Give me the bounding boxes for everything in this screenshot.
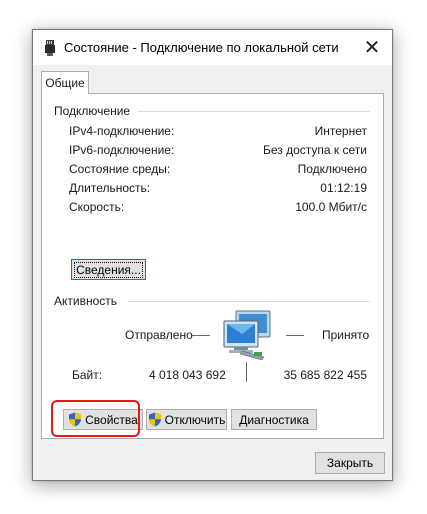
- connection-group-divider: [138, 111, 370, 112]
- activity-group-header: Активность: [54, 294, 118, 308]
- disable-button[interactable]: Отключить: [146, 409, 227, 430]
- close-button[interactable]: Закрыть: [315, 452, 385, 474]
- title-bar[interactable]: Состояние - Подключение по локальной сет…: [33, 30, 392, 65]
- bytes-label: Байт:: [72, 368, 103, 382]
- bytes-received-value: 35 685 822 455: [283, 368, 367, 382]
- status-dialog: Состояние - Подключение по локальной сет…: [32, 29, 393, 481]
- sent-connector: [192, 335, 210, 336]
- ipv6-label: IPv6-подключение:: [69, 143, 175, 157]
- close-icon: ✕: [363, 37, 381, 59]
- ipv4-label: IPv4-подключение:: [69, 124, 175, 138]
- speed-label: Скорость:: [69, 200, 125, 214]
- duration-label: Длительность:: [69, 181, 151, 195]
- tab-general[interactable]: Общие: [41, 71, 89, 94]
- bytes-separator: [246, 362, 247, 382]
- speed-value: 100.0 Мбит/с: [295, 200, 367, 214]
- ipv6-value: Без доступа к сети: [263, 143, 367, 157]
- uac-shield-icon: [69, 412, 82, 427]
- uac-shield-icon: [148, 412, 161, 427]
- bytes-sent-value: 4 018 043 692: [149, 368, 226, 382]
- network-computers-icon: [223, 310, 271, 361]
- media-state-value: Подключено: [297, 162, 367, 176]
- diagnose-button-label: Диагностика: [239, 412, 309, 427]
- duration-value: 01:12:19: [320, 181, 367, 195]
- close-window-button[interactable]: ✕: [352, 30, 392, 65]
- close-button-label: Закрыть: [326, 456, 374, 470]
- received-connector: [286, 335, 304, 336]
- activity-group-divider: [128, 301, 370, 302]
- connection-group-header: Подключение: [54, 104, 131, 118]
- properties-button-label: Свойства: [85, 412, 138, 427]
- network-adapter-icon: [45, 40, 55, 56]
- disable-button-label: Отключить: [164, 412, 226, 427]
- window-title: Состояние - Подключение по локальной сет…: [64, 40, 339, 55]
- properties-button[interactable]: Свойства: [63, 409, 143, 430]
- diagnose-button[interactable]: Диагностика: [231, 409, 317, 430]
- received-label: Принято: [322, 328, 370, 342]
- tab-panel-general: Подключение IPv4-подключение: Интернет I…: [41, 93, 384, 439]
- details-button-label: Сведения...: [74, 261, 143, 278]
- media-state-label: Состояние среды:: [69, 162, 171, 176]
- ipv4-value: Интернет: [314, 124, 367, 138]
- details-button[interactable]: Сведения...: [71, 259, 146, 280]
- sent-label: Отправлено: [125, 328, 193, 342]
